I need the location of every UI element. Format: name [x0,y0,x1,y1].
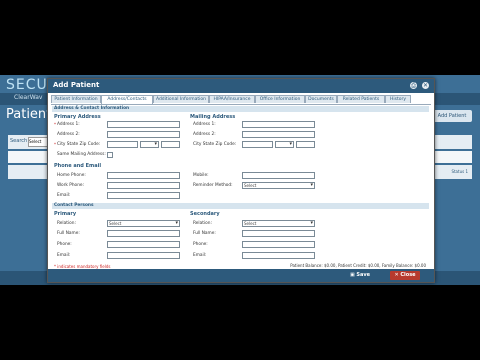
close-icon[interactable]: ✕ [422,82,429,89]
primary-full-name-label: Full Name: [57,231,80,236]
secondary-relation-select[interactable]: Select [242,220,315,227]
tab-address-contacts[interactable]: Address/Contacts [101,95,153,104]
mailing-address2-input[interactable] [242,131,315,138]
primary-email-input[interactable] [107,252,180,259]
secondary-contact-heading: Secondary [190,211,220,217]
secondary-phone-input[interactable] [242,241,315,248]
reminder-method-select[interactable]: Select [242,182,315,189]
mailing-address2-label: Address 2: [193,132,216,137]
add-patient-button[interactable]: Add Patient [432,110,472,122]
add-patient-dialog: Add Patient ⎙ ✕ Patient Information Addr… [47,78,435,283]
mobile-label: Mobile: [193,173,209,178]
mailing-address1-label: Address 1: [193,122,216,127]
mailing-address-heading: Mailing Address [190,114,236,120]
same-mailing-checkbox[interactable] [107,152,113,158]
secondary-phone-label: Phone: [193,242,208,247]
tab-history[interactable]: History [385,95,411,103]
secondary-email-input[interactable] [242,252,315,259]
mailing-address1-input[interactable] [242,121,315,128]
tab-related-patients[interactable]: Related Patients [337,95,385,103]
balance-summary: Patient Balance: $0.00, Patient Credit: … [290,263,426,268]
address2-label: Address 2: [57,132,80,137]
save-button[interactable]: ▣ Save [348,271,372,280]
dialog-header: Add Patient ⎙ ✕ [48,79,434,93]
reminder-method-label: Reminder Method: [193,183,233,188]
section-address-contact: Address & Contact Information [52,106,429,112]
mailing-city-input[interactable] [242,141,273,148]
primary-phone-input[interactable] [107,241,180,248]
primary-city-input[interactable] [107,141,138,148]
secondary-full-name-input[interactable] [242,230,315,237]
tab-office-information[interactable]: Office Information [255,95,305,103]
primary-zip-input[interactable] [161,141,180,148]
primary-address1-input[interactable] [107,121,180,128]
save-label: Save [356,272,371,278]
search-label: Search [10,138,28,144]
home-phone-input[interactable] [107,172,180,179]
required-mark: * [54,122,56,127]
tab-documents[interactable]: Documents [305,95,337,103]
section-contact-persons: Contact Persons [52,203,429,209]
city-state-zip-label: City State Zip Code: [57,142,101,147]
primary-contact-heading: Primary [54,211,77,217]
same-mailing-label: Same Mailing Address: [57,152,106,157]
tab-additional-information[interactable]: Additional Information [153,95,209,103]
primary-relation-select[interactable]: Select [107,220,180,227]
home-phone-label: Home Phone: [57,173,86,178]
mailing-state-select[interactable] [275,141,294,148]
email-input[interactable] [107,192,180,199]
dialog-tabs: Patient Information Address/Contacts Add… [51,95,431,105]
primary-relation-label: Relation: [57,221,76,226]
primary-address2-input[interactable] [107,131,180,138]
primary-phone-label: Phone: [57,242,72,247]
dialog-title: Add Patient [53,81,100,89]
mailing-zip-input[interactable] [296,141,315,148]
mobile-input[interactable] [242,172,315,179]
work-phone-input[interactable] [107,182,180,189]
primary-state-select[interactable] [140,141,159,148]
close-label: Close [400,272,416,278]
primary-full-name-input[interactable] [107,230,180,237]
primary-email-label: Email: [57,253,71,258]
mailing-city-state-zip-label: City State Zip Code: [193,142,237,147]
work-phone-label: Work Phone: [57,183,85,188]
nav-item[interactable]: ClearWav [14,94,42,101]
print-icon[interactable]: ⎙ [410,82,417,89]
secondary-relation-label: Relation: [193,221,212,226]
tab-patient-information[interactable]: Patient Information [51,95,101,103]
primary-address-heading: Primary Address [54,114,101,120]
address1-label: Address 1: [57,122,80,127]
required-mark: * [54,142,56,147]
secondary-full-name-label: Full Name: [193,231,216,236]
dialog-footer: ▣ Save ✕ Close [48,269,434,282]
status-label: Status 1 [451,169,468,174]
tab-hipaa-insurance[interactable]: HIPAA/Insurance [209,95,255,103]
close-button[interactable]: ✕ Close [390,271,420,280]
secondary-email-label: Email: [193,253,207,258]
email-label: Email: [57,193,71,198]
phone-email-heading: Phone and Email [54,163,102,169]
